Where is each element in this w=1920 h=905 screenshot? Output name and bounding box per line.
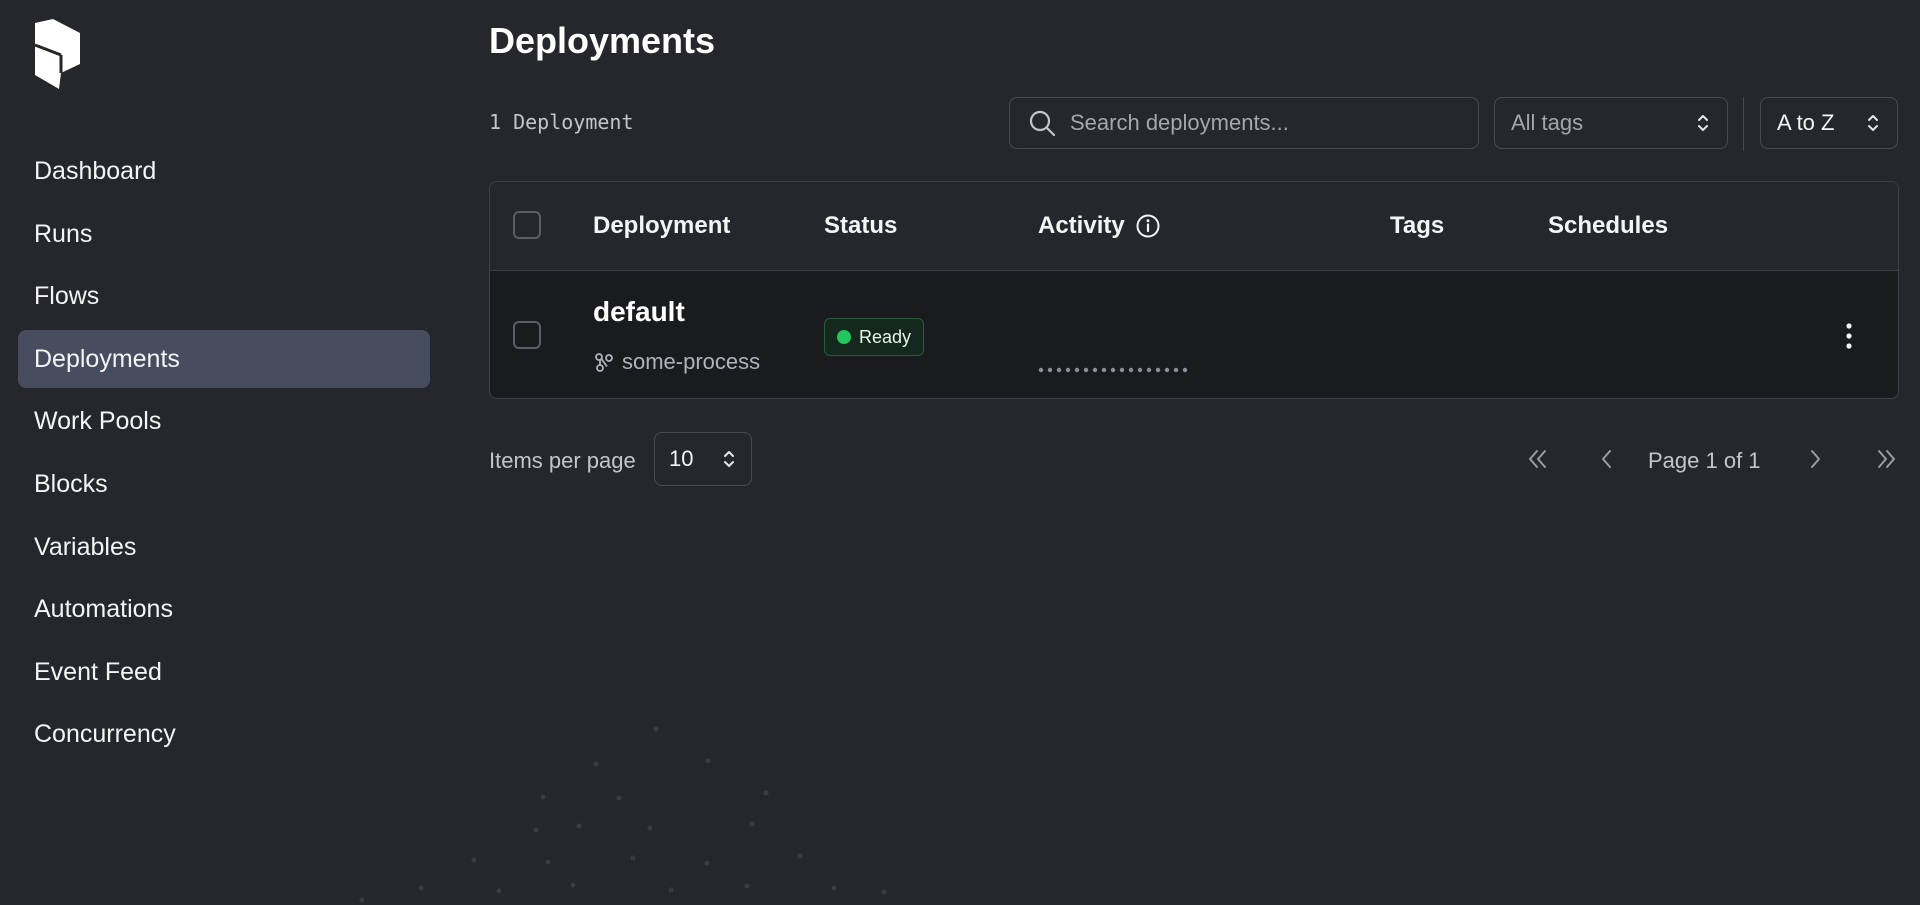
sidebar-item-dashboard[interactable]: Dashboard: [18, 142, 430, 200]
table-header: Deployment Status Activity Tags Schedule…: [490, 182, 1898, 271]
status-dot: [837, 330, 851, 344]
background-dot-pattern: [359, 726, 887, 903]
sidebar-item-work-pools[interactable]: Work Pools: [18, 392, 430, 450]
sidebar-item-automations[interactable]: Automations: [18, 580, 430, 638]
sidebar-item-flows[interactable]: Flows: [18, 267, 430, 325]
status-badge: Ready: [824, 318, 925, 356]
search-icon: [1029, 110, 1056, 137]
items-per-page-value: 10: [669, 446, 694, 471]
sidebar-item-variables[interactable]: Variables: [18, 518, 430, 576]
items-per-page-select[interactable]: 10: [654, 432, 752, 486]
chevron-up-down-icon: [1868, 115, 1878, 131]
sort-value: A to Z: [1777, 110, 1835, 135]
column-header-activity[interactable]: Activity: [1038, 212, 1125, 240]
table-row[interactable]: default some-process Ready: [490, 271, 1898, 398]
sort-select[interactable]: A to Z: [1760, 97, 1898, 149]
tags-filter-value: All tags: [1511, 110, 1584, 135]
previous-page-icon[interactable]: [1591, 444, 1623, 474]
column-header-activity-group: Activity: [1038, 212, 1161, 240]
deployments-table: Deployment Status Activity Tags Schedule…: [489, 181, 1899, 399]
row-actions-menu-icon[interactable]: [1835, 319, 1863, 353]
first-page-icon[interactable]: [1522, 444, 1554, 474]
activity-sparkline[interactable]: [1038, 365, 1208, 375]
status-label: Ready: [859, 326, 912, 347]
sidebar-item-event-feed[interactable]: Event Feed: [18, 643, 430, 701]
flow-name: some-process: [622, 349, 761, 374]
column-header-deployment[interactable]: Deployment: [593, 212, 730, 240]
flow-icon: [595, 353, 613, 372]
column-header-status[interactable]: Status: [824, 212, 897, 240]
sidebar-item-deployments[interactable]: Deployments: [18, 329, 430, 388]
select-all-checkbox[interactable]: [513, 211, 541, 239]
sidebar-item-blocks[interactable]: Blocks: [18, 455, 430, 513]
row-checkbox[interactable]: [513, 321, 541, 349]
search-field[interactable]: [1009, 97, 1479, 149]
column-header-tags[interactable]: Tags: [1390, 212, 1444, 240]
items-per-page-label: Items per page: [489, 448, 636, 473]
prefect-logo-icon[interactable]: [33, 19, 81, 89]
sidebar-item-runs[interactable]: Runs: [18, 205, 430, 263]
column-header-schedules[interactable]: Schedules: [1548, 212, 1668, 240]
sidebar-nav: Dashboard Runs Flows Deployments Work Po…: [18, 142, 430, 768]
chevron-up-down-icon: [1698, 115, 1708, 131]
chevron-up-down-icon: [724, 451, 734, 467]
search-input[interactable]: [1068, 109, 1462, 137]
filter-divider: [1743, 97, 1744, 151]
info-icon[interactable]: [1135, 213, 1161, 239]
page-title: Deployments: [489, 20, 716, 61]
page-info: Page 1 of 1: [1648, 448, 1761, 473]
deployment-count: 1 Deployment: [489, 110, 634, 134]
tags-filter-select[interactable]: All tags: [1494, 97, 1728, 149]
last-page-icon[interactable]: [1870, 444, 1902, 474]
flow-link[interactable]: some-process: [594, 349, 760, 375]
next-page-icon[interactable]: [1799, 444, 1831, 474]
deployment-name-link[interactable]: default: [593, 296, 685, 328]
